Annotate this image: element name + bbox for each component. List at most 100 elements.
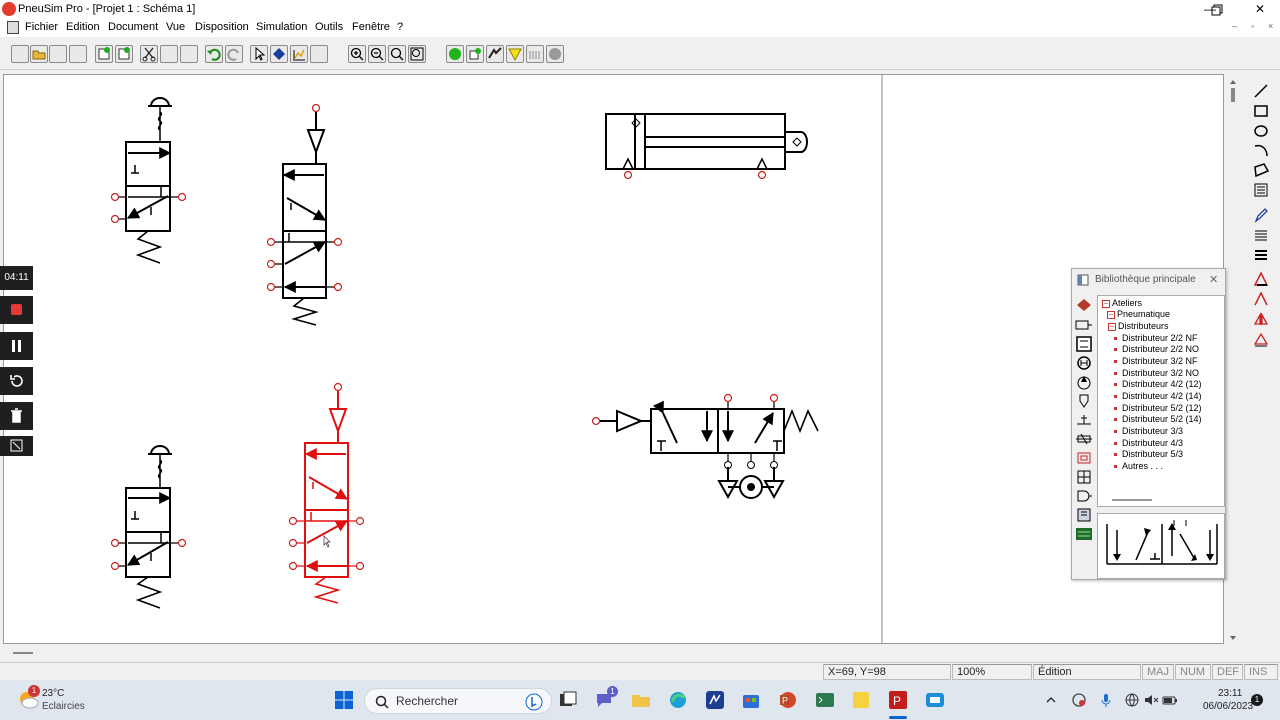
slow-motion-icon[interactable] (486, 45, 504, 63)
notification-badge[interactable]: 1 (1251, 694, 1263, 706)
step-icon[interactable] (466, 45, 484, 63)
zoom-fit-icon[interactable] (408, 45, 426, 63)
taskbar-search-box[interactable]: Rechercher (364, 688, 552, 714)
tree-item-selected[interactable]: Distributeur 5/2 (12) (1114, 403, 1202, 413)
menu-outils[interactable]: Outils (315, 21, 343, 33)
redo-icon[interactable] (225, 45, 243, 63)
start-button-icon[interactable] (334, 690, 354, 710)
library-close-button[interactable]: ✕ (1209, 273, 1218, 286)
pointer-icon[interactable] (250, 45, 268, 63)
tree-node-pneumatique[interactable]: − Pneumatique (1107, 309, 1170, 319)
battery-icon[interactable] (1162, 692, 1178, 708)
menu-edition[interactable]: Edition (66, 21, 100, 33)
powerpoint-icon[interactable]: P (778, 690, 798, 710)
print-icon[interactable] (69, 45, 87, 63)
security-tray-icon[interactable] (1071, 692, 1087, 708)
grafcet-category-icon[interactable] (1075, 526, 1093, 542)
line-tool-icon[interactable] (1252, 82, 1270, 100)
plc-category-icon[interactable] (1075, 507, 1093, 523)
component-tool-icon[interactable] (310, 45, 328, 63)
terminal-icon[interactable] (815, 690, 835, 710)
valve-category-icon[interactable] (1075, 336, 1093, 352)
polygon-tool-icon[interactable] (1252, 161, 1270, 179)
tree-item[interactable]: Distributeur 4/3 (1114, 438, 1183, 448)
ellipse-tool-icon[interactable] (1252, 122, 1270, 140)
sensor-category-icon[interactable] (1075, 374, 1093, 390)
filter-category-icon[interactable] (1075, 393, 1093, 409)
tree-item[interactable]: Distributeur 4/2 (12) (1114, 379, 1202, 389)
fill-color-icon[interactable] (1252, 270, 1270, 288)
tree-item[interactable]: Distributeur 4/2 (14) (1114, 391, 1202, 401)
horizontal-scrollbar[interactable] (3, 646, 1240, 660)
open-folder-icon[interactable] (30, 45, 48, 63)
mdi-restore-button[interactable]: ▫ (1251, 21, 1254, 31)
relay-category-icon[interactable] (1075, 469, 1093, 485)
document-icon[interactable] (7, 21, 19, 34)
zoom-window-icon[interactable] (388, 45, 406, 63)
workshop-icon[interactable] (1075, 297, 1093, 313)
microphone-icon[interactable] (1098, 692, 1114, 708)
flow-category-icon[interactable] (1075, 431, 1093, 447)
mdi-minimize-button[interactable]: – (1232, 21, 1237, 31)
menu-disposition[interactable]: Disposition (195, 21, 249, 33)
new-project-icon[interactable] (11, 45, 29, 63)
tree-item[interactable]: Distributeur 3/2 NO (1114, 368, 1199, 378)
arc-tool-icon[interactable] (1252, 141, 1270, 159)
save-icon[interactable] (49, 45, 67, 63)
stop-step-icon[interactable] (526, 45, 544, 63)
pause-recording-button[interactable] (0, 332, 33, 360)
restart-recording-button[interactable] (0, 367, 33, 395)
stop-recording-button[interactable] (0, 296, 33, 324)
globe-icon[interactable] (1124, 692, 1140, 708)
copy-icon[interactable] (160, 45, 178, 63)
vertical-scrollbar[interactable] (1226, 74, 1240, 644)
chart-tool-icon[interactable] (290, 45, 308, 63)
tree-item[interactable]: Autres . . . (1114, 461, 1163, 471)
select-tool-icon[interactable] (270, 45, 288, 63)
pause-icon[interactable] (506, 45, 524, 63)
line-style-icon[interactable] (1252, 226, 1270, 244)
undo-icon[interactable] (205, 45, 223, 63)
screen-recorder-app-icon[interactable] (925, 690, 945, 710)
zoom-in-icon[interactable] (348, 45, 366, 63)
pen-tool-icon[interactable] (1252, 206, 1270, 224)
close-button[interactable]: ✕ (1240, 0, 1280, 19)
tree-node-distributeurs[interactable]: − Distributeurs (1108, 321, 1169, 331)
menu-help[interactable]: ? (397, 21, 403, 33)
tree-item[interactable]: Distributeur 2/2 NF (1114, 333, 1198, 343)
tree-item[interactable]: Distributeur 5/2 (14) (1114, 414, 1202, 424)
menu-vue[interactable]: Vue (166, 21, 185, 33)
tree-item[interactable]: Distributeur 3/3 (1114, 426, 1183, 436)
menu-simulation[interactable]: Simulation (256, 21, 307, 33)
delete-recording-button[interactable] (0, 402, 33, 430)
logic-category-icon[interactable] (1075, 488, 1093, 504)
mdi-close-button[interactable]: × (1268, 21, 1273, 31)
compressor-category-icon[interactable] (1075, 355, 1093, 371)
paste-icon[interactable] (180, 45, 198, 63)
pneusim-taskbar-icon[interactable]: P (888, 690, 908, 710)
menu-fichier[interactable]: Fichier (25, 21, 58, 33)
chevron-up-icon[interactable] (1045, 694, 1057, 706)
rectangle-tool-icon[interactable] (1252, 102, 1270, 120)
electric-category-icon[interactable] (1075, 450, 1093, 466)
rotate-tool-icon[interactable] (1252, 330, 1270, 348)
double-acting-cylinder[interactable] (605, 113, 808, 170)
task-view-icon[interactable] (558, 690, 578, 710)
tree-item[interactable]: Distributeur 2/2 NO (1114, 344, 1199, 354)
stop-icon[interactable] (546, 45, 564, 63)
tree-node-ateliers[interactable]: − Ateliers (1102, 298, 1142, 308)
tree-item[interactable]: Distributeur 5/3 (1114, 449, 1183, 459)
schema-properties-icon[interactable] (115, 45, 133, 63)
valve-3-2-push-button-2[interactable] (118, 445, 178, 609)
recorder-settings-button[interactable] (0, 436, 33, 456)
new-schema-icon[interactable] (95, 45, 113, 63)
valve-5-2-pilot-selected[interactable] (296, 390, 357, 604)
store-icon[interactable] (741, 690, 761, 710)
cut-icon[interactable] (140, 45, 158, 63)
tree-hscroll-thumb[interactable] (1112, 499, 1152, 501)
valve-5-2-horizontal[interactable] (599, 400, 819, 500)
cylinder-category-icon[interactable] (1075, 317, 1093, 333)
math-app-icon[interactable] (705, 690, 725, 710)
menu-document[interactable]: Document (108, 21, 158, 33)
library-tree[interactable]: − Ateliers − Pneumatique − Distributeurs Di… (1097, 295, 1225, 507)
